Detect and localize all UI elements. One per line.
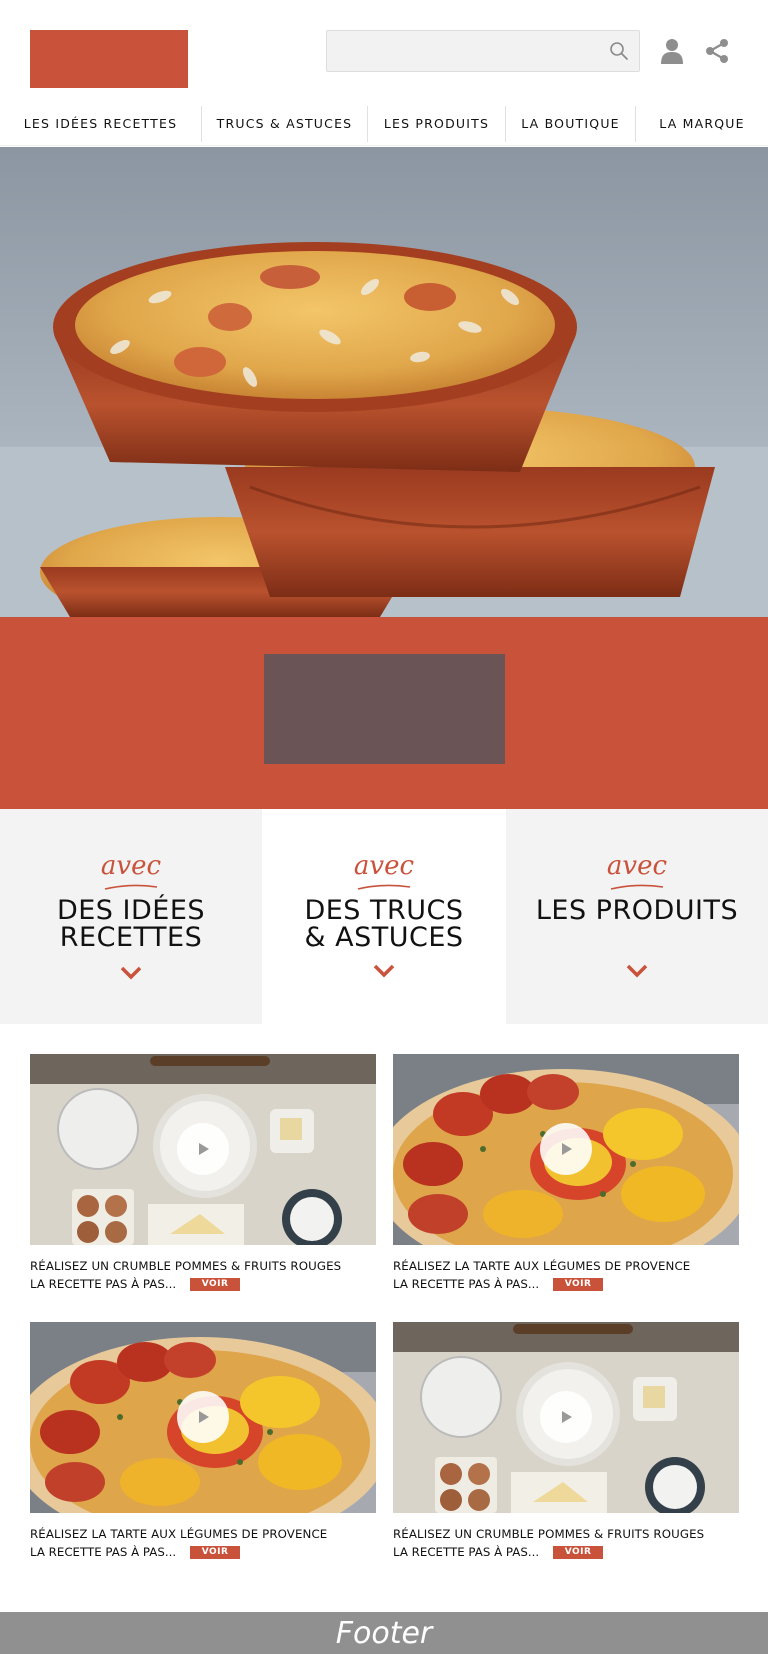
- nav-item-produits[interactable]: LES PRODUITS: [368, 105, 506, 142]
- nav-item-idees-recettes[interactable]: LES IDÉES RECETTES: [0, 105, 202, 142]
- category-panels: avec DES IDÉES RECETTES avec DES TRUCS &…: [0, 809, 768, 1024]
- play-icon[interactable]: [177, 1391, 229, 1443]
- search-input[interactable]: [327, 31, 639, 71]
- category-trucs-astuces[interactable]: avec DES TRUCS & ASTUCES: [262, 809, 506, 1024]
- share-icon[interactable]: [704, 38, 730, 64]
- play-icon[interactable]: [540, 1123, 592, 1175]
- card-thumbnail-tarte[interactable]: [393, 1054, 739, 1245]
- play-icon[interactable]: [177, 1123, 229, 1175]
- category-title: DES IDÉES RECETTES: [56, 895, 206, 953]
- card-thumbnail-crumble[interactable]: [30, 1054, 376, 1245]
- category-avec-label: avec: [353, 851, 415, 881]
- search-icon[interactable]: [609, 41, 629, 61]
- search-box: [326, 30, 640, 72]
- promo-band: [0, 617, 768, 809]
- category-idees-recettes[interactable]: avec DES IDÉES RECETTES: [0, 809, 262, 1024]
- card-title: RÉALISEZ UN CRUMBLE POMMES & FRUITS ROUG…: [393, 1527, 705, 1541]
- site-header: [0, 0, 768, 100]
- chevron-down-icon[interactable]: [372, 963, 396, 979]
- video-card[interactable]: RÉALISEZ UN CRUMBLE POMMES & FRUITS ROUG…: [30, 1054, 376, 1293]
- card-subtitle-text: LA RECETTE PAS À PAS...: [393, 1277, 540, 1291]
- card-subtitle: LA RECETTE PAS À PAS... VOIR: [30, 1543, 376, 1561]
- category-avec-label: avec: [606, 851, 668, 881]
- hero-image: [0, 147, 768, 617]
- nav-item-marque[interactable]: LA MARQUE: [636, 106, 768, 142]
- card-subtitle: LA RECETTE PAS À PAS... VOIR: [30, 1275, 376, 1293]
- underline-decoration: [357, 884, 411, 890]
- card-subtitle: LA RECETTE PAS À PAS... VOIR: [393, 1543, 739, 1561]
- card-title: RÉALISEZ LA TARTE AUX LÉGUMES DE PROVENC…: [393, 1259, 691, 1273]
- category-title: LES PRODUITS: [535, 895, 739, 926]
- card-title: RÉALISEZ LA TARTE AUX LÉGUMES DE PROVENC…: [30, 1527, 328, 1541]
- brand-logo[interactable]: [30, 30, 188, 88]
- voir-button[interactable]: VOIR: [553, 1277, 604, 1291]
- video-card[interactable]: RÉALISEZ LA TARTE AUX LÉGUMES DE PROVENC…: [30, 1322, 376, 1561]
- underline-decoration: [104, 884, 158, 890]
- voir-button[interactable]: VOIR: [190, 1277, 241, 1291]
- nav-item-trucs-astuces[interactable]: TRUCS & ASTUCES: [202, 105, 368, 142]
- play-icon[interactable]: [540, 1391, 592, 1443]
- chevron-down-icon[interactable]: [625, 963, 649, 979]
- card-subtitle-text: LA RECETTE PAS À PAS...: [393, 1545, 540, 1559]
- card-title: RÉALISEZ UN CRUMBLE POMMES & FRUITS ROUG…: [30, 1259, 342, 1273]
- voir-button[interactable]: VOIR: [553, 1545, 604, 1559]
- site-footer: Footer: [0, 1612, 768, 1654]
- card-thumbnail-crumble[interactable]: [393, 1322, 739, 1513]
- category-produits[interactable]: avec LES PRODUITS: [506, 809, 768, 1024]
- card-subtitle: LA RECETTE PAS À PAS... VOIR: [393, 1275, 739, 1293]
- promo-placeholder[interactable]: [264, 654, 505, 764]
- card-subtitle-text: LA RECETTE PAS À PAS...: [30, 1277, 177, 1291]
- voir-button[interactable]: VOIR: [190, 1545, 241, 1559]
- user-icon[interactable]: [660, 38, 684, 64]
- main-nav: LES IDÉES RECETTES TRUCS & ASTUCES LES P…: [0, 102, 768, 146]
- card-subtitle-text: LA RECETTE PAS À PAS...: [30, 1545, 177, 1559]
- underline-decoration: [610, 884, 664, 890]
- card-thumbnail-tarte[interactable]: [30, 1322, 376, 1513]
- video-card[interactable]: RÉALISEZ UN CRUMBLE POMMES & FRUITS ROUG…: [393, 1322, 739, 1561]
- category-avec-label: avec: [100, 851, 162, 881]
- chevron-down-icon[interactable]: [119, 965, 143, 981]
- footer-label: Footer: [335, 1615, 433, 1651]
- nav-item-boutique[interactable]: LA BOUTIQUE: [506, 105, 636, 142]
- video-card[interactable]: RÉALISEZ LA TARTE AUX LÉGUMES DE PROVENC…: [393, 1054, 739, 1293]
- category-title: DES TRUCS & ASTUCES: [304, 895, 464, 953]
